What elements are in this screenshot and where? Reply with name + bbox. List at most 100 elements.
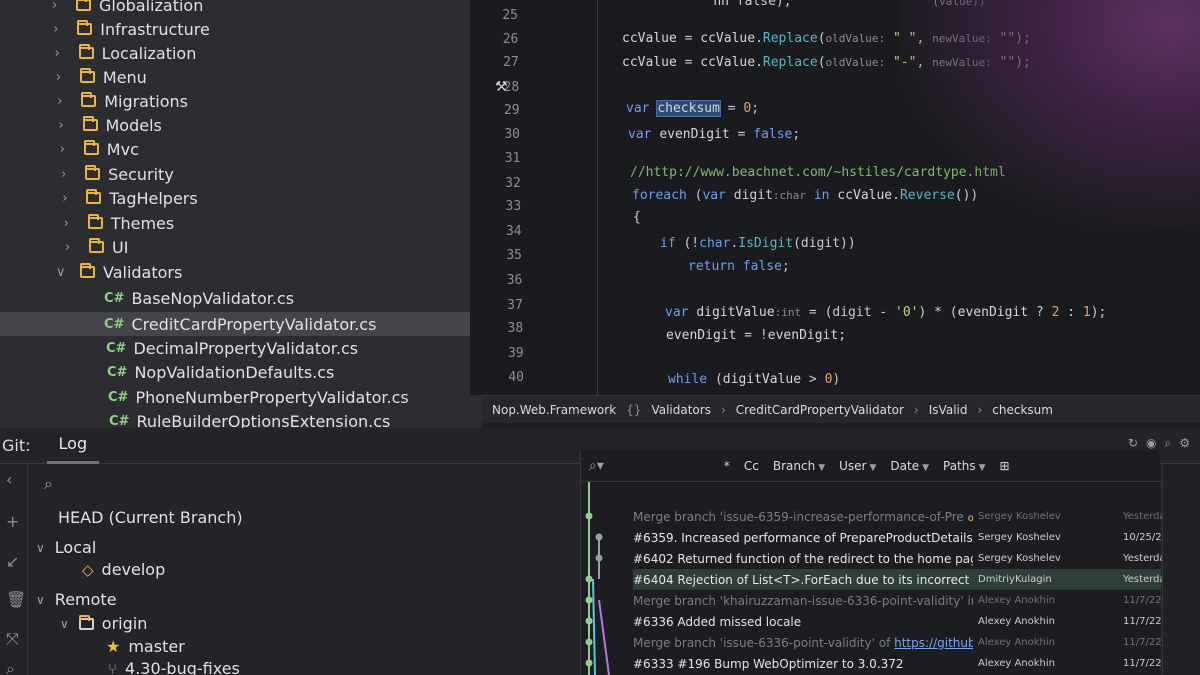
- breadcrumb-namespace[interactable]: Validators: [651, 403, 711, 417]
- line-number: 29: [503, 103, 520, 118]
- hammer-icon[interactable]: ⚒: [495, 79, 508, 95]
- commit-node[interactable]: [595, 554, 603, 562]
- code-line: evenDigit = !evenDigit;: [666, 328, 847, 343]
- code-editor[interactable]: 25 26 27 28 29 30 31 32 33 34 35 36 37 38 39 40 ⚒ nn fa…: [470, 0, 1200, 395]
- tree-folder[interactable]: › UI: [65, 235, 128, 259]
- tree-file[interactable]: C# RuleBuilderOptionsExtension.cs: [109, 409, 391, 429]
- commit-node[interactable]: [585, 638, 593, 646]
- chevron-right-icon: ›: [977, 402, 983, 417]
- breadcrumb-member[interactable]: IsValid: [929, 403, 968, 417]
- merge-icon[interactable]: ⤧: [6, 629, 19, 649]
- chevron-right-icon: ›: [52, 0, 58, 13]
- new-tab-icon[interactable]: ⊞: [1000, 459, 1010, 473]
- branch-group-remote[interactable]: ∨ Remote: [36, 590, 117, 609]
- search-icon[interactable]: ⌕: [1165, 436, 1172, 451]
- commit-message: Merge branch 'issue-6359-increase-perfor…: [633, 510, 973, 524]
- csharp-file-icon: C#: [104, 290, 125, 306]
- commit-node[interactable]: [585, 596, 593, 604]
- commit-row[interactable]: Merge branch 'issue-6359-increase-perfor…: [633, 506, 1200, 527]
- refresh-icon[interactable]: ↻: [1128, 436, 1138, 451]
- breadcrumb-variable[interactable]: checksum: [992, 403, 1053, 417]
- tree-folder-open[interactable]: ∨ Validators: [56, 260, 182, 284]
- line-number: 37: [507, 298, 523, 313]
- tree-folder[interactable]: › Infrastructure: [53, 17, 209, 41]
- graph-line-feature: [598, 599, 610, 675]
- commit-message-text: #6333 #196 Bump WebOptimizer to 3.0.372: [633, 656, 904, 671]
- tree-folder[interactable]: › Security: [61, 162, 174, 186]
- eye-icon[interactable]: ◉: [1146, 436, 1156, 451]
- tree-file[interactable]: C# PhoneNumberPropertyValidator.cs: [108, 385, 409, 409]
- remote-label: Remote: [54, 590, 117, 609]
- commit-node[interactable]: [595, 533, 603, 541]
- date-filter[interactable]: Date ▼: [890, 459, 929, 473]
- commit-row[interactable]: #6404 Rejection of List<T>.ForEach due t…: [633, 569, 1200, 590]
- commit-author: Alexey Anokhin: [978, 637, 1055, 648]
- folder-icon: [82, 116, 98, 131]
- commit-row[interactable]: #6402 Returned function of the redirect …: [633, 548, 1200, 569]
- breadcrumb-class[interactable]: CreditCardPropertyValidator: [736, 403, 904, 417]
- chevron-right-icon: ›: [62, 190, 68, 206]
- log-toolbar: ⌕▾ * Cc Branch ▼ User ▼ Date ▼ Paths ▼ ⊞: [581, 450, 1161, 482]
- log-search-icon[interactable]: ⌕▾: [589, 458, 604, 474]
- commit-row[interactable]: #6336 Added missed locale Alexey Anokhin 1…: [633, 611, 1197, 632]
- branch-search-icon[interactable]: ⌕: [44, 474, 53, 494]
- tree-folder[interactable]: › Themes: [64, 211, 175, 235]
- breadcrumb-project[interactable]: Nop.Web.Framework: [492, 403, 616, 417]
- code-line: ccValue = ccValue.Replace(oldValue: "-",…: [622, 55, 1031, 70]
- tree-file[interactable]: C# NopValidationDefaults.cs: [107, 360, 334, 384]
- remote-origin[interactable]: ∨ origin: [60, 614, 147, 633]
- commit-author: DmitriyKulagin: [978, 574, 1052, 585]
- commit-node[interactable]: [585, 659, 593, 667]
- tree-folder-label: Models: [105, 115, 162, 135]
- code-line: while (digitValue > 0): [668, 372, 841, 387]
- tree-file-label: RuleBuilderOptionsExtension.cs: [136, 411, 391, 429]
- tree-file[interactable]: C# BaseNopValidator.cs: [104, 286, 294, 310]
- delete-icon[interactable]: 🗑: [6, 590, 26, 609]
- tree-folder[interactable]: › Models: [59, 113, 162, 137]
- braces-icon: {}: [626, 402, 642, 417]
- branch-filter[interactable]: Branch ▼: [773, 459, 825, 473]
- commit-node[interactable]: [585, 575, 593, 583]
- code-line: var evenDigit = false;: [628, 127, 801, 142]
- commit-link[interactable]: https://github.com/khairuzzaman/: [894, 636, 973, 650]
- tree-folder[interactable]: › TagHelpers: [62, 186, 197, 210]
- tree-folder[interactable]: › Localization: [55, 41, 197, 65]
- chevron-right-icon: ›: [63, 215, 69, 231]
- tree-folder[interactable]: › Migrations: [57, 89, 188, 113]
- line-number: 35: [506, 248, 522, 263]
- commit-node[interactable]: [585, 617, 593, 625]
- commit-row[interactable]: #6359. Increased performance of PrepareP…: [633, 527, 1200, 548]
- user-filter[interactable]: User ▼: [839, 459, 876, 473]
- branch-remote-bugfix[interactable]: ⑂ 4.30-bug-fixes: [108, 659, 240, 675]
- back-icon[interactable]: ‹: [6, 470, 12, 489]
- chevron-right-icon: ›: [65, 239, 71, 255]
- tab-log[interactable]: Log: [46, 428, 100, 464]
- date-filter-label: Date: [890, 458, 920, 473]
- regex-icon[interactable]: *: [724, 459, 730, 473]
- tree-folder[interactable]: › Globalization: [52, 0, 203, 17]
- branch-group-local[interactable]: ∨ Local: [36, 538, 96, 557]
- commit-row[interactable]: Merge branch 'khairuzzaman-issue-6336-po…: [633, 590, 1197, 611]
- case-toggle[interactable]: Cc: [744, 459, 759, 473]
- tree-file-selected[interactable]: C# CreditCardPropertyValidator.cs: [0, 312, 482, 336]
- branch-head[interactable]: HEAD (Current Branch): [58, 508, 243, 527]
- arrow-icon[interactable]: ↙: [6, 552, 19, 571]
- branch-remote-master[interactable]: ★ master: [106, 637, 185, 656]
- tree-folder[interactable]: › Mvc: [60, 137, 139, 161]
- paths-filter[interactable]: Paths ▼: [943, 459, 986, 473]
- branch-local-develop[interactable]: ◇ develop: [82, 560, 165, 579]
- settings-icon[interactable]: ⚙: [1179, 436, 1190, 451]
- add-icon[interactable]: +: [6, 512, 19, 531]
- commit-row[interactable]: Merge branch 'issue-6336-point-validity'…: [633, 632, 1197, 653]
- line-number: 25: [502, 8, 518, 23]
- commit-row[interactable]: #6333 #196 Bump WebOptimizer to 3.0.372 A…: [633, 653, 1197, 674]
- commit-author: Sergey Koshelev: [978, 532, 1061, 543]
- chevron-down-icon: ∨: [36, 592, 45, 607]
- code-comment: //http://www.beachnet.com/~hstiles/cardt…: [630, 165, 1006, 180]
- code-line: {: [633, 210, 641, 225]
- tree-folder[interactable]: › Menu: [56, 65, 147, 89]
- commit-node[interactable]: [585, 512, 593, 520]
- tree-file[interactable]: C# DecimalPropertyValidator.cs: [106, 336, 358, 360]
- code-line: ccValue = ccValue.Replace(oldValue: " ",…: [622, 31, 1031, 46]
- search-icon[interactable]: ⌕: [6, 659, 15, 675]
